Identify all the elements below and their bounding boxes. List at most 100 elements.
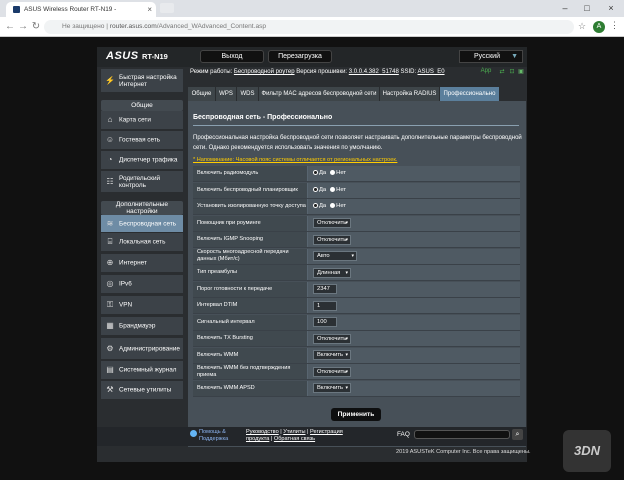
sidebar-item-wireless[interactable]: ≋ Беспроводная сеть bbox=[101, 215, 183, 233]
select-dropdown[interactable]: Длинная ▾ bbox=[313, 267, 351, 278]
radio-no-label: Нет bbox=[336, 187, 347, 194]
manual-link[interactable]: Руководство bbox=[246, 429, 279, 435]
lan-icon: ⌸ bbox=[107, 237, 113, 246]
setting-label: Интервал DTIM bbox=[193, 298, 308, 313]
setting-label: Включить WMM bbox=[193, 347, 308, 363]
url-field[interactable]: Не защищено | router.asus.com/Advanced_W… bbox=[44, 20, 574, 34]
traffic-manager-icon: ◔ bbox=[107, 155, 113, 164]
setting-control: Да Нет bbox=[313, 199, 346, 214]
network-tools-icon: ⚒ bbox=[106, 385, 114, 394]
ssid-link[interactable]: ASUS_E0 bbox=[418, 69, 445, 75]
page-title: Беспроводная сеть - Профессионально bbox=[193, 114, 333, 121]
network-status-icon[interactable]: ⇄ bbox=[498, 68, 506, 76]
internet-status-icon[interactable]: ▣ bbox=[517, 68, 525, 76]
radio-no[interactable]: Нет bbox=[330, 170, 346, 177]
setting-control: Включить ▾ bbox=[313, 348, 351, 363]
minimize-icon[interactable]: – bbox=[554, 0, 576, 17]
faq-search-icon[interactable]: ⌕ bbox=[512, 429, 523, 440]
profile-avatar[interactable]: A bbox=[593, 21, 605, 33]
utilities-link[interactable]: Утилиты bbox=[283, 429, 305, 435]
select-dropdown[interactable]: Включить ▾ bbox=[313, 350, 351, 360]
parental-control-icon: ☷ bbox=[106, 176, 114, 186]
browser-menu-icon[interactable]: ⋮ bbox=[610, 20, 619, 31]
text-input[interactable]: 2347 bbox=[313, 284, 337, 294]
ssid-label: SSID: bbox=[400, 69, 417, 75]
title-divider bbox=[193, 125, 519, 126]
text-input[interactable]: 1 bbox=[313, 300, 337, 311]
administration-icon: ⚙ bbox=[106, 343, 114, 353]
sidebar-item-traffic-manager[interactable]: ◔ Диспетчер трафика bbox=[101, 151, 183, 170]
radio-yes[interactable]: Да bbox=[313, 203, 326, 210]
setting-control: Отключить ▾ bbox=[313, 232, 351, 247]
sidebar-item-lan[interactable]: ⌸ Локальная сеть bbox=[101, 233, 183, 252]
copyright-text: 2019 ASUSTeK Computer Inc. Все права защ… bbox=[396, 449, 531, 455]
setting-label: Включить радиомодуль bbox=[193, 166, 308, 181]
tab-general[interactable]: Общие bbox=[188, 87, 216, 101]
setting-control: 100 bbox=[313, 315, 337, 330]
apply-button[interactable]: Применить bbox=[331, 408, 381, 421]
sidebar-item-vpn[interactable]: ⚿ VPN bbox=[101, 296, 183, 315]
tab-professional[interactable]: Профессионально bbox=[440, 87, 500, 101]
select-value: Включить bbox=[317, 352, 344, 358]
sidebar-item-firewall[interactable]: ▦ Брандмауэр bbox=[101, 317, 183, 336]
back-icon[interactable]: ← bbox=[4, 21, 16, 33]
select-dropdown[interactable]: Отключить ▾ bbox=[313, 333, 351, 344]
setting-row: Включить WMM APSD Включить ▾ bbox=[193, 380, 520, 397]
browser-tab[interactable]: ASUS Wireless Router RT-N19 - × bbox=[6, 2, 156, 17]
page-description: Профессиональная настройка беспроводной … bbox=[193, 135, 522, 151]
sidebar-item-network-map[interactable]: ⌂ Карта сети bbox=[101, 111, 183, 130]
sidebar-item-administration[interactable]: ⚙ Администрирование bbox=[101, 338, 183, 360]
select-dropdown[interactable]: Отключить ▾ bbox=[313, 234, 351, 245]
maximize-icon[interactable]: □ bbox=[576, 0, 598, 17]
sidebar-item-network-tools[interactable]: ⚒ Сетевые утилиты bbox=[101, 381, 183, 400]
firmware-link[interactable]: 3.0.0.4.382_51748 bbox=[349, 69, 399, 75]
new-tab-button[interactable] bbox=[160, 3, 174, 13]
registration-link[interactable]: Регистрация bbox=[310, 429, 343, 435]
radio-off-icon bbox=[330, 186, 336, 192]
sidebar-item-parental-control[interactable]: ☷ Родительский контроль bbox=[101, 171, 183, 193]
setting-label: Скорость многоадресной передачи данных (… bbox=[193, 248, 308, 264]
sidebar-item-internet[interactable]: ⊕ Интернет bbox=[101, 254, 183, 273]
help-support-link[interactable]: Помощь & Поддержка bbox=[199, 429, 228, 443]
feedback-link[interactable]: Обратная связь bbox=[274, 436, 315, 442]
reboot-button[interactable]: Перезагрузка bbox=[268, 50, 332, 63]
setting-label: Включить TX Bursting bbox=[193, 331, 308, 346]
mode-value-link[interactable]: Беспроводной роутер bbox=[234, 69, 295, 75]
help-line1: Помощь & bbox=[199, 429, 226, 435]
sidebar-item-ipv6[interactable]: ◎ IPv6 bbox=[101, 275, 183, 294]
select-dropdown[interactable]: Отключить ▾ bbox=[313, 218, 351, 228]
usb-icon[interactable]: ⊡ bbox=[508, 68, 516, 76]
bookmark-star-icon[interactable]: ☆ bbox=[578, 21, 586, 32]
sidebar-item-system-log[interactable]: ▤ Системный журнал bbox=[101, 361, 183, 380]
tab-radius[interactable]: Настройка RADIUS bbox=[380, 87, 440, 101]
chevron-down-icon: ▾ bbox=[345, 236, 348, 243]
radio-yes[interactable]: Да bbox=[313, 170, 326, 177]
logout-button[interactable]: Выход bbox=[200, 50, 264, 63]
sidebar-item-guest-network[interactable]: ☺ Гостевая сеть bbox=[101, 131, 183, 150]
text-input[interactable]: 100 bbox=[313, 317, 337, 327]
app-label[interactable]: App bbox=[480, 68, 492, 76]
insecure-label: Не защищено bbox=[62, 23, 105, 30]
url-separator: | bbox=[106, 23, 108, 30]
tab-wds[interactable]: WDS bbox=[237, 87, 259, 101]
product-link[interactable]: продукта bbox=[246, 436, 269, 442]
tab-wps[interactable]: WPS bbox=[216, 87, 237, 101]
radio-no[interactable]: Нет bbox=[330, 186, 347, 194]
radio-no[interactable]: Нет bbox=[330, 203, 346, 210]
close-tab-icon[interactable]: × bbox=[147, 2, 152, 17]
close-window-icon[interactable]: × bbox=[600, 0, 622, 17]
language-select[interactable]: Русский ▼ bbox=[459, 50, 523, 63]
sidebar-label: Системный журнал bbox=[119, 366, 177, 374]
select-dropdown[interactable]: Включить ▾ bbox=[313, 383, 351, 393]
quick-setup-button[interactable]: ⚡ Быстрая настройка Интернет bbox=[101, 69, 183, 93]
faq-search-input[interactable] bbox=[414, 430, 510, 439]
forward-icon[interactable]: → bbox=[17, 21, 29, 33]
select-dropdown[interactable]: Авто ▾ bbox=[313, 251, 357, 261]
reload-icon[interactable]: ↻ bbox=[30, 21, 42, 33]
select-dropdown[interactable]: Отключить ▾ bbox=[313, 366, 351, 377]
timezone-note-link[interactable]: * Напоминание: Часовой пояс системы отли… bbox=[193, 157, 397, 163]
setting-label: Помощник при роуминге bbox=[193, 215, 308, 231]
radio-yes[interactable]: Да bbox=[313, 186, 326, 193]
setting-control: Да Нет bbox=[313, 166, 346, 181]
tab-mac-filter[interactable]: Фильтр MAC адресов беспроводной сети bbox=[259, 87, 380, 101]
